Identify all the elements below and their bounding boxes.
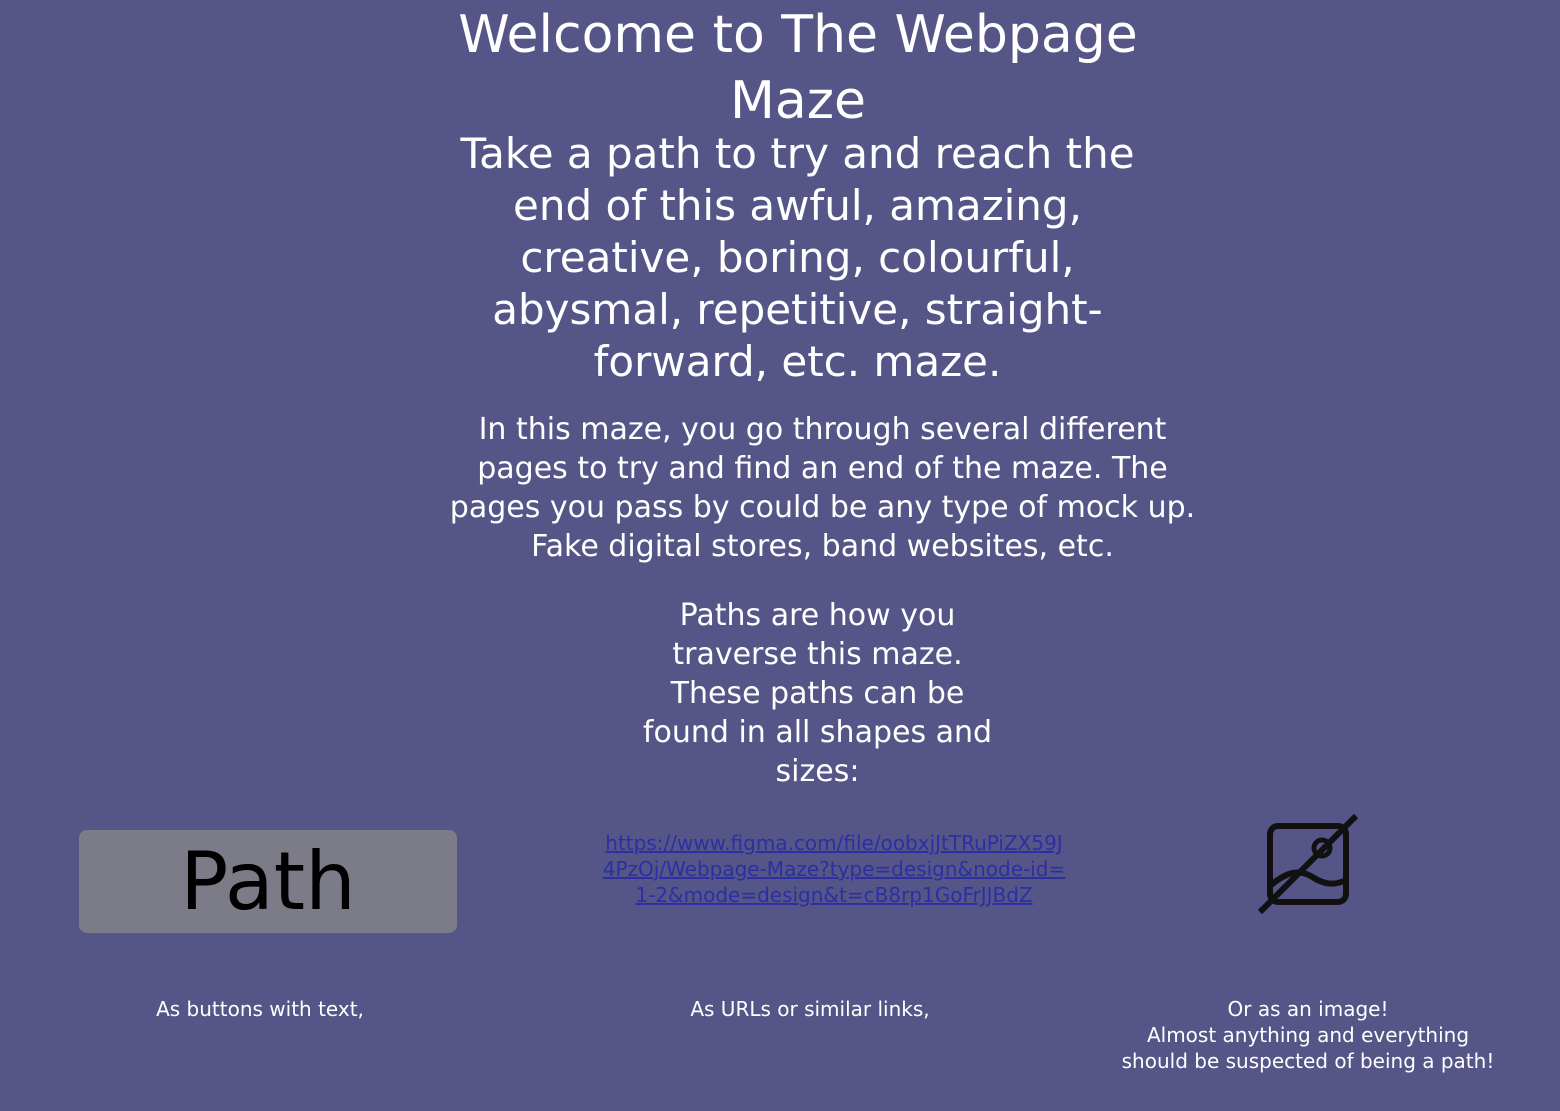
page-subtitle: Take a path to try and reach the end of … [460, 129, 1135, 386]
maze-description: In this maze, you go through several dif… [449, 412, 1196, 564]
paths-explanation: Paths are how you traverse this maze. Th… [642, 598, 993, 789]
button-caption: As buttons with text, [156, 997, 364, 1021]
page-title: Welcome to The Webpage Maze [458, 5, 1138, 131]
image-off-icon [1257, 813, 1359, 915]
url-caption: As URLs or similar links, [690, 997, 930, 1021]
image-caption-line-1: Or as an image! [1227, 997, 1389, 1021]
path-button[interactable]: Path [79, 830, 457, 933]
image-caption: Or as an image! Almost anything and ever… [1098, 996, 1518, 1074]
image-caption-line-3: should be suspected of being a path! [1121, 1049, 1495, 1073]
image-caption-line-2: Almost anything and everything [1146, 1023, 1470, 1047]
path-url-link[interactable]: https://www.figma.com/file/oobxjJtTRuPiZ… [600, 830, 1068, 908]
image-path[interactable] [1256, 812, 1360, 916]
maze-welcome-page: { "header": { "title": "Welcome to The W… [0, 0, 1560, 1111]
